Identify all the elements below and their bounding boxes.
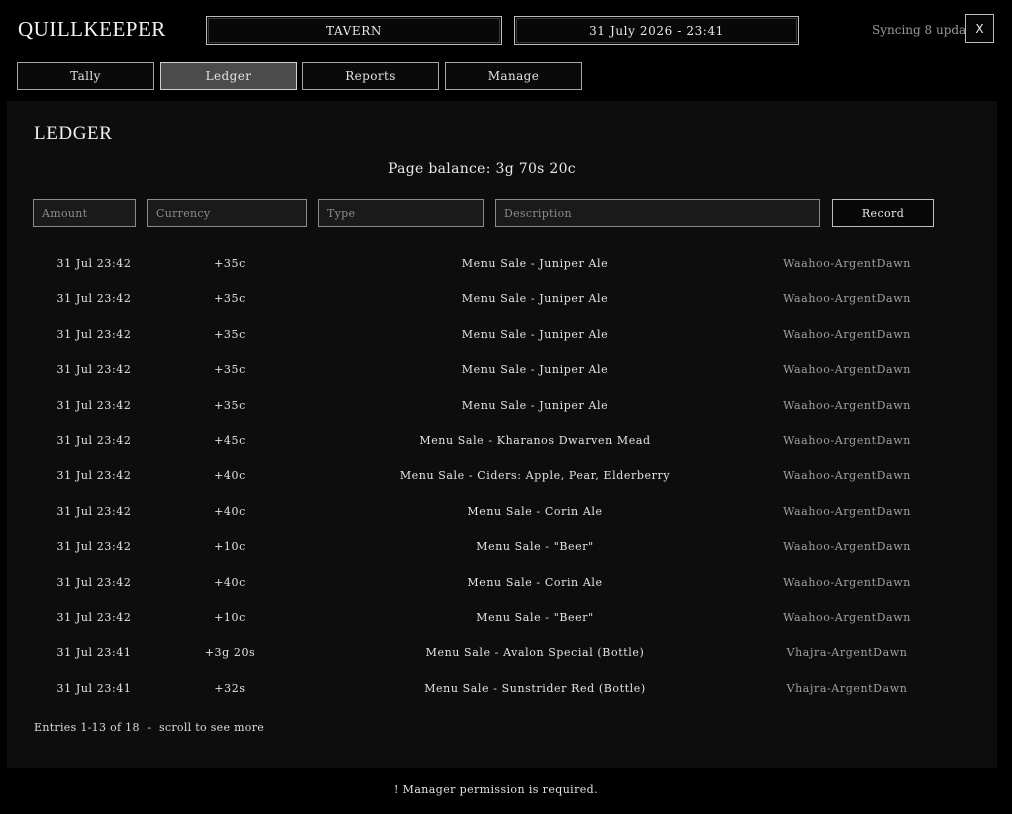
description-input[interactable] xyxy=(495,199,820,227)
app-title: QUILLKEEPER xyxy=(18,17,166,41)
entry-user: Waahoo-ArgentDawn xyxy=(783,540,911,554)
tab-tally[interactable]: Tally xyxy=(17,62,154,90)
entry-user: Waahoo-ArgentDawn xyxy=(783,469,911,483)
entry-amount: +35c xyxy=(214,398,246,412)
entry-amount: +10c xyxy=(214,540,246,554)
permission-notice: ! Manager permission is required. xyxy=(393,783,599,796)
entry-amount: +45c xyxy=(214,433,246,447)
table-row: 31 Jul 23:42 +35c Menu Sale - Juniper Al… xyxy=(7,352,997,387)
table-row: 31 Jul 23:42 +40c Menu Sale - Ciders: Ap… xyxy=(7,458,997,493)
entry-time: 31 Jul 23:42 xyxy=(56,327,132,341)
entry-description: Menu Sale - Sunstrider Red (Bottle) xyxy=(424,681,646,695)
table-row: 31 Jul 23:42 +10c Menu Sale - "Beer" Waa… xyxy=(7,600,997,635)
entry-description: Menu Sale - Corin Ale xyxy=(467,575,603,589)
record-button[interactable]: Record xyxy=(832,199,934,227)
entry-time: 31 Jul 23:42 xyxy=(56,540,132,554)
entry-amount: +40c xyxy=(214,469,246,483)
entry-description: Menu Sale - Juniper Ale xyxy=(461,327,609,341)
entry-user: Waahoo-ArgentDawn xyxy=(783,433,911,447)
entry-user: Waahoo-ArgentDawn xyxy=(783,575,911,589)
entry-time: 31 Jul 23:42 xyxy=(56,292,132,306)
entry-time: 31 Jul 23:41 xyxy=(56,681,132,695)
location-display[interactable]: TAVERN xyxy=(206,16,502,45)
table-row: 31 Jul 23:42 +10c Menu Sale - "Beer" Waa… xyxy=(7,529,997,564)
table-row: 31 Jul 23:42 +40c Menu Sale - Corin Ale … xyxy=(7,494,997,529)
tab-ledger[interactable]: Ledger xyxy=(160,62,297,90)
entry-description: Menu Sale - Kharanos Dwarven Mead xyxy=(419,433,651,447)
entry-time: 31 Jul 23:42 xyxy=(56,504,132,518)
entries-count: Entries 1-13 of 18 - scroll to see more xyxy=(34,721,265,734)
entry-description: Menu Sale - "Beer" xyxy=(476,610,594,624)
panel-title: LEDGER xyxy=(34,123,113,144)
entry-user: Waahoo-ArgentDawn xyxy=(783,327,911,341)
table-row: 31 Jul 23:42 +35c Menu Sale - Juniper Al… xyxy=(7,281,997,316)
tab-manage[interactable]: Manage xyxy=(445,62,582,90)
amount-input[interactable] xyxy=(33,199,136,227)
entry-amount: +35c xyxy=(214,327,246,341)
entry-user: Waahoo-ArgentDawn xyxy=(783,292,911,306)
quillkeeper-window: QUILLKEEPER TAVERN 31 July 2026 - 23:41 … xyxy=(0,0,1012,814)
type-input[interactable] xyxy=(318,199,484,227)
tab-reports[interactable]: Reports xyxy=(302,62,439,90)
entry-user: Waahoo-ArgentDawn xyxy=(783,610,911,624)
entry-user: Waahoo-ArgentDawn xyxy=(783,504,911,518)
entry-time: 31 Jul 23:42 xyxy=(56,257,132,270)
entry-amount: +3g 20s xyxy=(204,646,256,660)
entry-time: 31 Jul 23:42 xyxy=(56,575,132,589)
entry-description: Menu Sale - Juniper Ale xyxy=(461,292,609,306)
entry-time: 31 Jul 23:42 xyxy=(56,469,132,483)
currency-input[interactable] xyxy=(147,199,307,227)
entry-amount: +35c xyxy=(214,257,246,270)
sync-status: Syncing 8 updates xyxy=(872,23,968,37)
entry-amount: +35c xyxy=(214,363,246,377)
entry-amount: +40c xyxy=(214,575,246,589)
table-row: 31 Jul 23:41 +3g 20s Menu Sale - Avalon … xyxy=(7,635,997,670)
entry-amount: +10c xyxy=(214,610,246,624)
page-balance: Page balance: 3g 70s 20c xyxy=(388,161,576,177)
table-row: 31 Jul 23:41 +32s Menu Sale - Sunstrider… xyxy=(7,671,997,706)
datetime-display: 31 July 2026 - 23:41 xyxy=(514,16,799,45)
entry-description: Menu Sale - Ciders: Apple, Pear, Elderbe… xyxy=(399,469,671,483)
entry-user: Vhajra-ArgentDawn xyxy=(786,681,908,695)
entry-description: Menu Sale - Juniper Ale xyxy=(461,363,609,377)
entry-user: Vhajra-ArgentDawn xyxy=(786,646,908,660)
entry-time: 31 Jul 23:42 xyxy=(56,363,132,377)
table-row: 31 Jul 23:42 +45c Menu Sale - Kharanos D… xyxy=(7,423,997,458)
table-row: 31 Jul 23:42 +35c Menu Sale - Juniper Al… xyxy=(7,246,997,281)
entry-description: Menu Sale - Juniper Ale xyxy=(461,257,609,270)
table-row: 31 Jul 23:42 +35c Menu Sale - Juniper Al… xyxy=(7,388,997,423)
entry-description: Menu Sale - Corin Ale xyxy=(467,504,603,518)
ledger-table[interactable]: 31 Jul 23:42 +35c Menu Sale - Juniper Al… xyxy=(7,246,997,706)
entry-description: Menu Sale - Avalon Special (Bottle) xyxy=(425,646,645,660)
entry-description: Menu Sale - "Beer" xyxy=(476,540,594,554)
close-button[interactable]: X xyxy=(965,14,994,43)
entry-time: 31 Jul 23:42 xyxy=(56,398,132,412)
entry-amount: +35c xyxy=(214,292,246,306)
entry-amount: +40c xyxy=(214,504,246,518)
table-row: 31 Jul 23:42 +35c Menu Sale - Juniper Al… xyxy=(7,317,997,352)
entry-user: Waahoo-ArgentDawn xyxy=(783,398,911,412)
entry-description: Menu Sale - Juniper Ale xyxy=(461,398,609,412)
table-row: 31 Jul 23:42 +40c Menu Sale - Corin Ale … xyxy=(7,565,997,600)
entry-amount: +32s xyxy=(214,681,246,695)
entry-user: Waahoo-ArgentDawn xyxy=(783,363,911,377)
entry-time: 31 Jul 23:41 xyxy=(56,646,132,660)
entry-time: 31 Jul 23:42 xyxy=(56,610,132,624)
ledger-panel: LEDGER Page balance: 3g 70s 20c Record 3… xyxy=(7,101,997,768)
entry-user: Waahoo-ArgentDawn xyxy=(783,257,911,270)
entry-time: 31 Jul 23:42 xyxy=(56,433,132,447)
